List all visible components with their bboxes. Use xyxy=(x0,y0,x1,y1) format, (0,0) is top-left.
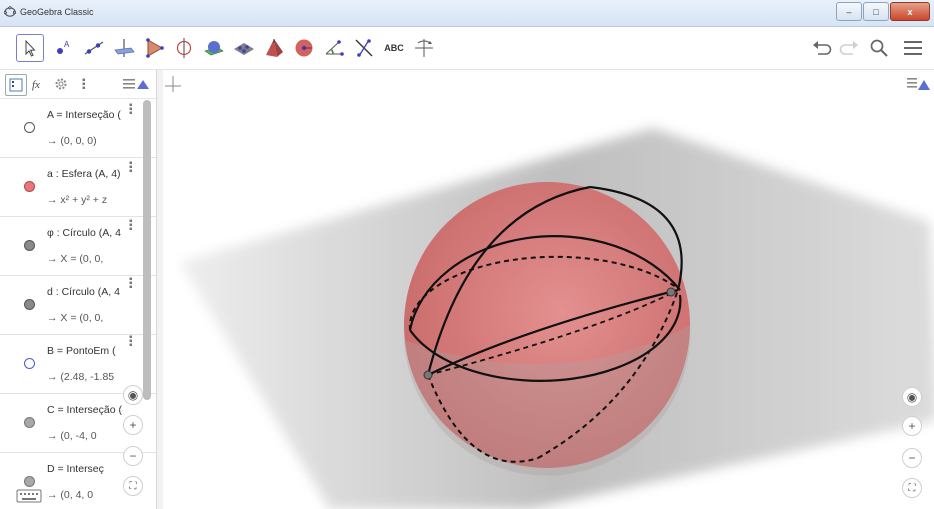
visibility-toggle[interactable] xyxy=(24,122,35,133)
graphics-style-bar-button[interactable] xyxy=(907,75,931,93)
maximize-button[interactable]: □ xyxy=(863,2,889,21)
object-definition[interactable]: B = PontoEm ( xyxy=(47,345,116,357)
rotate-view-tool-icon xyxy=(415,39,433,57)
polygon-tool-button[interactable] xyxy=(140,34,168,62)
main-toolbar: A ABC xyxy=(0,27,934,70)
polygon-tool-icon xyxy=(146,38,164,58)
svg-text:fx: fx xyxy=(32,79,40,91)
move-tool-icon xyxy=(25,39,36,57)
redo-icon xyxy=(839,41,858,55)
style-bar-icon xyxy=(123,79,149,89)
fullscreen-button-3d[interactable]: ⛶ xyxy=(902,478,922,498)
object-definition[interactable]: a : Esfera (A, 4) xyxy=(47,168,121,180)
visibility-toggle[interactable] xyxy=(24,240,35,251)
visibility-toggle[interactable] xyxy=(24,358,35,369)
reflect-tool-button[interactable] xyxy=(350,34,378,62)
angle-tool-button[interactable] xyxy=(320,34,348,62)
svg-text:A: A xyxy=(64,40,70,49)
intersect-surfaces-tool-icon xyxy=(204,41,224,56)
object-definition[interactable]: A = Interseção ( xyxy=(47,109,121,121)
function-icon: fx xyxy=(32,79,40,91)
gear-icon xyxy=(55,78,67,90)
object-definition[interactable]: D = Interseç xyxy=(47,463,104,475)
line-tool-button[interactable] xyxy=(80,34,108,62)
input-bar-toggle[interactable]: fx xyxy=(29,74,49,94)
object-value: → (0, 4, 0 xyxy=(47,489,94,501)
undo-button[interactable] xyxy=(809,35,835,61)
sphere-tool-icon xyxy=(295,39,313,57)
keyboard-button[interactable] xyxy=(16,488,42,504)
angle-tool-icon xyxy=(325,40,344,56)
visibility-toggle[interactable] xyxy=(24,417,35,428)
zoom-in-button[interactable]: + xyxy=(123,415,143,435)
plane-tool-button[interactable] xyxy=(230,34,258,62)
graphics-3d-view[interactable] xyxy=(163,70,934,509)
row-drag-handle-icon[interactable]: ▪ ▪ ▪ xyxy=(129,217,133,235)
algebra-view-toolbar: fx ▪ ▪ ▪ xyxy=(0,70,181,99)
title-bar: GeoGebra Classic – □ x xyxy=(0,0,934,27)
zoom-out-button-3d[interactable]: − xyxy=(902,448,922,468)
row-drag-handle-icon[interactable]: ▪ ▪ ▪ xyxy=(129,101,133,119)
menu-icon xyxy=(904,41,922,55)
algebra-scrollbar[interactable] xyxy=(143,100,151,400)
algebra-settings-button[interactable] xyxy=(51,74,71,94)
search-icon xyxy=(870,39,888,57)
style-bar-icon xyxy=(907,78,930,90)
pyramid-tool-button[interactable] xyxy=(260,34,288,62)
object-definition[interactable]: d : Círculo (A, 4 xyxy=(47,286,120,298)
close-button[interactable]: x xyxy=(890,2,930,21)
pyramid-tool-icon xyxy=(266,39,283,57)
geogebra-logo-icon xyxy=(4,6,16,17)
fullscreen-button[interactable]: ⛶ xyxy=(123,476,143,496)
visibility-toggle[interactable] xyxy=(24,181,35,192)
keyboard-icon xyxy=(16,489,42,503)
zoom-in-button-3d[interactable]: + xyxy=(902,416,922,436)
intersect-surfaces-tool-button[interactable] xyxy=(200,34,228,62)
home-view-button-3d[interactable]: ◉ xyxy=(902,387,922,407)
drag-handle-icon[interactable]: ▪ ▪ ▪ xyxy=(82,76,86,94)
search-button[interactable] xyxy=(866,35,892,61)
point-tool-button[interactable]: A xyxy=(50,34,78,62)
point-c[interactable] xyxy=(423,370,433,380)
perpendicular-tool-icon xyxy=(114,39,135,57)
object-definition[interactable]: C = Interseção ( xyxy=(47,404,122,416)
move-tool-button[interactable] xyxy=(16,34,44,62)
view-style-button[interactable] xyxy=(122,74,150,94)
circle-axis-tool-button[interactable] xyxy=(170,34,198,62)
text-tool-button[interactable]: ABC xyxy=(380,34,408,62)
circle-axis-tool-icon xyxy=(176,38,192,58)
redo-button[interactable] xyxy=(836,35,862,61)
zoom-out-button[interactable]: − xyxy=(123,446,143,466)
algebra-view-icon xyxy=(9,78,23,92)
reflect-tool-icon xyxy=(355,39,373,57)
minimize-button[interactable]: – xyxy=(836,2,862,21)
plane-tool-icon xyxy=(234,43,254,55)
line-tool-icon xyxy=(84,41,104,55)
scene-3d xyxy=(180,128,934,509)
sphere-tool-button[interactable] xyxy=(290,34,318,62)
object-value: → x² + y² + z xyxy=(47,194,108,206)
menu-button[interactable] xyxy=(900,35,926,61)
visibility-toggle[interactable] xyxy=(24,476,35,487)
undo-icon xyxy=(813,41,832,55)
object-value: → X = (0, 0, xyxy=(47,312,104,324)
algebra-view-toggle[interactable] xyxy=(5,74,27,96)
row-drag-handle-icon[interactable]: ▪ ▪ ▪ xyxy=(129,333,133,351)
point-tool-icon: A xyxy=(57,40,70,54)
object-definition[interactable]: φ : Círculo (A, 4 xyxy=(47,227,121,239)
point-d[interactable] xyxy=(666,287,676,297)
view-splitter[interactable] xyxy=(156,70,163,509)
row-drag-handle-icon[interactable]: ▪ ▪ ▪ xyxy=(129,275,133,293)
object-value: → (0, 0, 0) xyxy=(47,135,97,147)
object-value: → (2.48, -1.85 xyxy=(47,371,115,383)
text-tool-icon: ABC xyxy=(384,43,404,53)
visibility-toggle[interactable] xyxy=(24,299,35,310)
object-value: → (0, -4, 0 xyxy=(47,430,97,442)
row-drag-handle-icon[interactable]: ▪ ▪ ▪ xyxy=(129,159,133,177)
perpendicular-tool-button[interactable] xyxy=(110,34,138,62)
home-view-button[interactable]: ◉ xyxy=(123,385,143,405)
rotate-view-tool-button[interactable] xyxy=(410,34,438,62)
object-value: → X = (0, 0, xyxy=(47,253,104,265)
window-title: GeoGebra Classic xyxy=(20,7,94,17)
